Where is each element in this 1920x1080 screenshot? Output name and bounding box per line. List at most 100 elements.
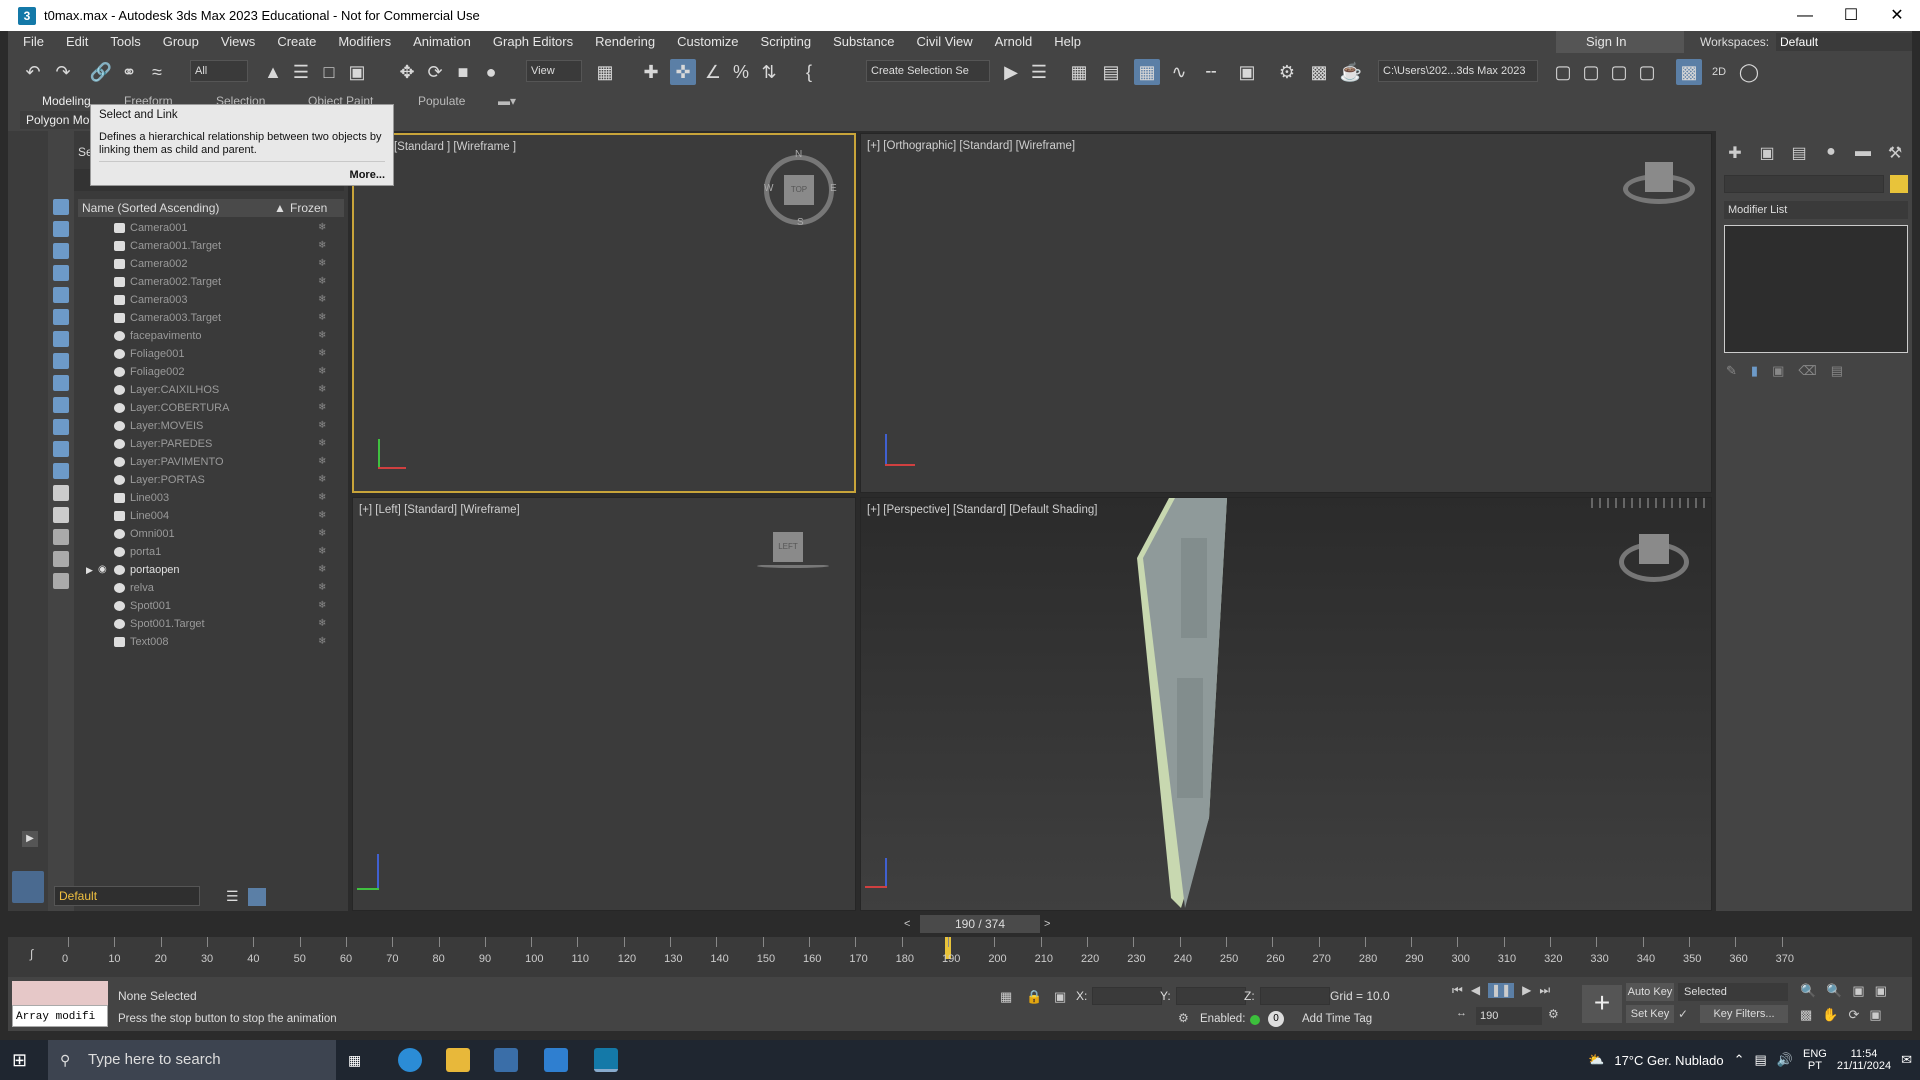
list-item[interactable]: Spot001.Target ❄ <box>78 615 344 633</box>
remove-modifier-icon[interactable]: ⌫ <box>1798 363 1816 379</box>
frozen-toggle-icon[interactable]: ❄ <box>318 381 326 399</box>
display-bones-icon[interactable] <box>53 397 69 413</box>
list-item[interactable]: Layer:COBERTURA ❄ <box>78 399 344 417</box>
pin-stack-icon[interactable]: ✎ <box>1726 363 1737 379</box>
named-selection-sets-dropdown[interactable]: Create Selection Se <box>866 60 990 82</box>
frozen-toggle-icon[interactable]: ❄ <box>318 255 326 273</box>
auto-key-button[interactable]: Auto Key <box>1626 983 1674 1001</box>
open-project-icon[interactable]: ▢ <box>1550 59 1576 85</box>
frozen-toggle-icon[interactable]: ❄ <box>318 435 326 453</box>
viewport-left-label[interactable]: [+] [Left] [Standard] [Wireframe] <box>359 504 520 516</box>
menu-civil-view[interactable]: Civil View <box>906 31 984 53</box>
list-item[interactable]: porta1 ❄ <box>78 543 344 561</box>
modifier-list-dropdown[interactable]: Modifier List <box>1724 201 1908 219</box>
rect-selection-icon[interactable]: □ <box>316 59 342 85</box>
make-unique-icon[interactable]: ▣ <box>1772 363 1784 379</box>
save-icon[interactable]: ▩ <box>1676 59 1702 85</box>
set-project-folder-icon[interactable]: ▢ <box>1606 59 1632 85</box>
display-spacewarps-icon[interactable] <box>53 331 69 347</box>
reference-coordinate-dropdown[interactable]: View <box>526 60 582 82</box>
field-of-view-icon[interactable]: ▩ <box>1800 1007 1812 1023</box>
list-item[interactable]: Camera001 ❄ <box>78 219 344 237</box>
zoom-icon[interactable]: 🔍 <box>1800 983 1816 999</box>
project-settings-icon[interactable]: ▢ <box>1634 59 1660 85</box>
list-item[interactable]: Layer:MOVEIS ❄ <box>78 417 344 435</box>
viewcube[interactable]: TOP <box>784 175 814 205</box>
menu-create[interactable]: Create <box>266 31 327 53</box>
menu-views[interactable]: Views <box>210 31 266 53</box>
time-slider[interactable]: 190 / 374 <box>920 915 1040 933</box>
mirror-icon[interactable]: ▶ <box>998 59 1024 85</box>
sign-in-button[interactable]: Sign In <box>1556 31 1684 53</box>
volume-icon[interactable]: 🔊 <box>1777 1052 1793 1068</box>
key-filters-button[interactable]: Key Filters... <box>1700 1005 1788 1023</box>
isolate-icon[interactable]: ▦ <box>1000 989 1012 1005</box>
list-item[interactable]: Layer:PAVIMENTO ❄ <box>78 453 344 471</box>
scale-icon[interactable]: ■ <box>450 59 476 85</box>
new-project-icon[interactable]: ▢ <box>1578 59 1604 85</box>
list-item[interactable]: Spot001 ❄ <box>78 597 344 615</box>
ribbon-options-icon[interactable]: ▬▾ <box>498 91 516 111</box>
maxscript-listener[interactable] <box>12 981 108 1005</box>
frozen-toggle-icon[interactable]: ❄ <box>318 471 326 489</box>
help-icon[interactable]: ◯ <box>1736 59 1762 85</box>
maximize-button[interactable]: ☐ <box>1828 0 1874 31</box>
percent-snap-icon[interactable]: % <box>728 59 754 85</box>
time-tag-toggle-icon[interactable]: 0 <box>1268 1011 1284 1027</box>
clock-time[interactable]: 11:54 <box>1837 1048 1891 1060</box>
track-bar-toggle-icon[interactable]: ∫ <box>30 947 33 961</box>
display-shapes-icon[interactable] <box>53 243 69 259</box>
frozen-toggle-icon[interactable]: ❄ <box>318 363 326 381</box>
display-xrefs-icon[interactable] <box>53 375 69 391</box>
frozen-toggle-icon[interactable]: ❄ <box>318 579 326 597</box>
frozen-toggle-icon[interactable]: ❄ <box>318 615 326 633</box>
viewport-left[interactable]: [+] [Left] [Standard] [Wireframe] LEFT <box>352 497 856 911</box>
frozen-toggle-icon[interactable]: ❄ <box>318 489 326 507</box>
minimize-button[interactable]: — <box>1782 0 1828 31</box>
list-item[interactable]: Text008 ❄ <box>78 633 344 651</box>
menu-help[interactable]: Help <box>1043 31 1092 53</box>
modifier-stack[interactable] <box>1724 225 1908 353</box>
curve-editor-icon[interactable]: ∿ <box>1166 59 1192 85</box>
column-name[interactable]: Name (Sorted Ascending) <box>82 199 219 217</box>
frozen-toggle-icon[interactable]: ❄ <box>318 345 326 363</box>
align-icon[interactable]: ☰ <box>1026 59 1052 85</box>
display-helpers-icon[interactable] <box>53 309 69 325</box>
frozen-toggle-icon[interactable]: ❄ <box>318 417 326 435</box>
object-color-swatch[interactable] <box>1890 175 1908 193</box>
list-item[interactable]: ▶ ◉ portaopen ❄ <box>78 561 344 579</box>
display-geometry-icon[interactable] <box>53 221 69 237</box>
window-crossing-icon[interactable]: ▣ <box>344 59 370 85</box>
list-item[interactable]: Omni001 ❄ <box>78 525 344 543</box>
visibility-eye-icon[interactable]: ◉ <box>98 561 107 579</box>
scene-explorer-toggle-icon[interactable]: ▦ <box>1066 59 1092 85</box>
list-item[interactable]: Camera003.Target ❄ <box>78 309 344 327</box>
undo-icon[interactable]: ↶ <box>20 59 46 85</box>
create-tab-icon[interactable]: ✚ <box>1724 143 1746 163</box>
snap-2d-button[interactable]: 2D <box>1706 59 1732 85</box>
list-item[interactable]: Line003 ❄ <box>78 489 344 507</box>
redo-icon[interactable]: ↷ <box>50 59 76 85</box>
taskbar-search-input[interactable]: Type here to search <box>48 1040 336 1080</box>
spinner-snap-icon[interactable]: ⇅ <box>756 59 782 85</box>
mail-icon[interactable] <box>544 1048 568 1072</box>
chevron-up-icon[interactable]: ⌃ <box>1734 1052 1745 1068</box>
frozen-toggle-icon[interactable]: ❄ <box>318 399 326 417</box>
notifications-icon[interactable]: ✉ <box>1901 1052 1912 1068</box>
stop-icon[interactable]: ❚❚ <box>1488 983 1515 998</box>
display-containers-icon[interactable] <box>53 419 69 435</box>
display-all-icon[interactable] <box>53 463 69 479</box>
time-config-icon[interactable]: ⚙ <box>1548 1007 1559 1021</box>
frozen-toggle-icon[interactable]: ❄ <box>318 273 326 291</box>
maximize-viewport-icon[interactable]: ▣ <box>1869 1007 1881 1023</box>
frozen-toggle-icon[interactable]: ❄ <box>318 561 326 579</box>
edge-icon[interactable] <box>398 1048 422 1072</box>
expand-icon[interactable]: ▶ <box>86 561 93 579</box>
menu-customize[interactable]: Customize <box>666 31 749 53</box>
time-slider-prev[interactable]: < <box>904 915 918 933</box>
play-icon[interactable]: ▶ <box>22 831 38 847</box>
clock-date[interactable]: 21/11/2024 <box>1837 1060 1891 1072</box>
menu-rendering[interactable]: Rendering <box>584 31 666 53</box>
menu-group[interactable]: Group <box>152 31 210 53</box>
unlink-icon[interactable]: ⚭ <box>116 59 142 85</box>
